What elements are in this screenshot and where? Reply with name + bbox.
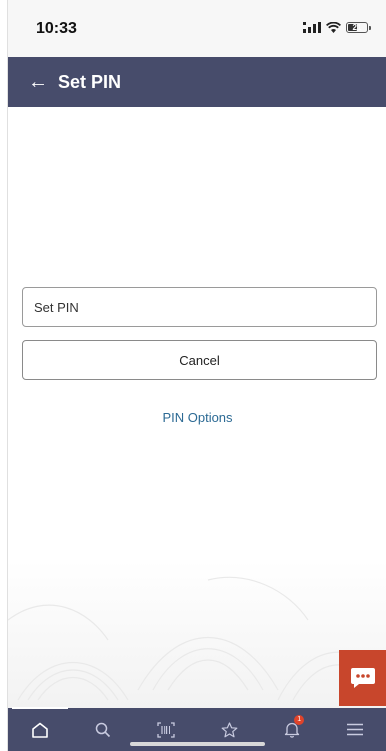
home-icon [31, 722, 48, 738]
phone-viewport: 10:33 21 ← Set PIN Cancel PIN Options 1 [7, 0, 386, 751]
battery-icon: 21 [346, 22, 368, 33]
arrow-left-icon[interactable]: ← [28, 71, 48, 94]
nav-menu[interactable] [335, 715, 375, 745]
status-time: 10:33 [36, 20, 77, 37]
nav-scan[interactable] [146, 715, 186, 745]
nav-notifications[interactable]: 1 [272, 714, 312, 745]
battery-level: 21 [352, 23, 362, 32]
app-header: ← Set PIN [8, 57, 386, 107]
cancel-button[interactable]: Cancel [22, 340, 377, 380]
nav-favorites[interactable] [209, 715, 249, 745]
wifi-icon [326, 22, 341, 33]
home-indicator [130, 742, 265, 746]
notification-badge: 1 [294, 714, 305, 725]
pin-options-link[interactable]: PIN Options [8, 410, 386, 425]
battery-tip [369, 25, 371, 30]
menu-icon [347, 723, 364, 736]
nav-home[interactable] [11, 706, 68, 745]
search-icon [95, 722, 110, 737]
status-bar: 10:33 21 [8, 0, 386, 57]
page-title: Set PIN [58, 71, 122, 92]
chat-button[interactable] [339, 650, 386, 706]
signal-icon [303, 22, 321, 33]
set-pin-input[interactable] [22, 287, 377, 327]
screen: 10:33 21 ← Set PIN Cancel PIN Options 1 [0, 0, 386, 751]
star-icon [221, 721, 237, 737]
barcode-scan-icon [157, 721, 175, 738]
decorative-background-pattern [8, 560, 386, 710]
chat-bubble-icon [351, 668, 375, 688]
status-icons: 21 [303, 22, 371, 33]
nav-search[interactable] [83, 715, 123, 745]
